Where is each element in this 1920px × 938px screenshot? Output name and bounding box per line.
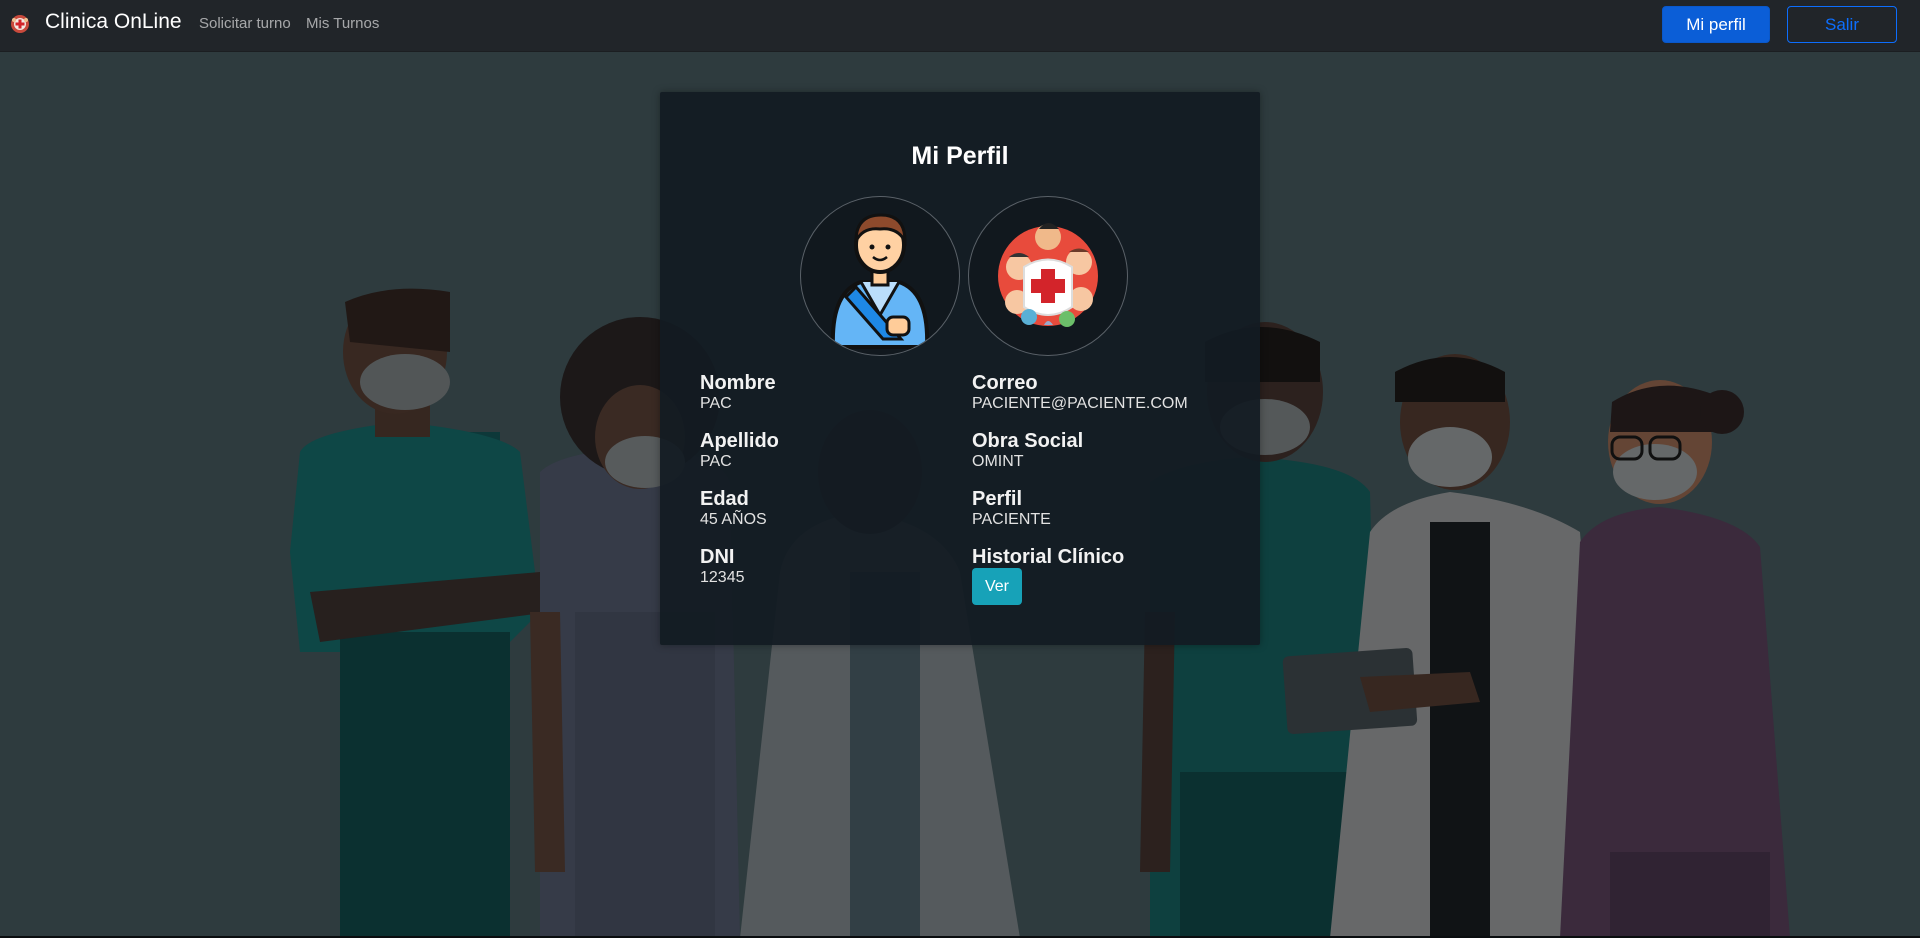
nombre-value: PAC xyxy=(700,395,732,412)
medical-team-icon xyxy=(998,223,1098,327)
view-history-button[interactable]: Ver xyxy=(972,568,1022,605)
obra-social-label: Obra Social xyxy=(972,430,1084,452)
nav-link-solicitar-turno[interactable]: Solicitar turno xyxy=(199,15,291,33)
nombre-label: Nombre xyxy=(700,372,776,394)
brand-title[interactable]: Clinica OnLine xyxy=(45,9,182,35)
patient-avatar xyxy=(800,196,960,356)
profile-title: Mi Perfil xyxy=(911,142,1009,170)
top-navbar: Clinica OnLine Solicitar turno Mis Turno… xyxy=(0,0,1920,52)
apellido-label: Apellido xyxy=(700,430,779,452)
my-profile-button[interactable]: Mi perfil xyxy=(1662,6,1770,43)
medical-team-avatar xyxy=(968,196,1128,356)
edad-value: 45 AÑOS xyxy=(700,511,767,528)
correo-value: PACIENTE@PACIENTE.COM xyxy=(972,395,1188,412)
apellido-value: PAC xyxy=(700,453,732,470)
perfil-label: Perfil xyxy=(972,488,1023,510)
logout-button[interactable]: Salir xyxy=(1787,6,1897,43)
patient-avatar-icon xyxy=(830,213,930,349)
correo-label: Correo xyxy=(972,372,1038,394)
dni-value: 12345 xyxy=(700,569,745,586)
clinic-logo-icon[interactable] xyxy=(10,14,30,34)
profile-card: Mi Perfil Nombre PAC Apellido PAC Edad 4… xyxy=(660,92,1260,645)
nav-link-mis-turnos[interactable]: Mis Turnos xyxy=(306,15,379,33)
dni-label: DNI xyxy=(700,546,735,568)
perfil-value: PACIENTE xyxy=(972,511,1051,528)
edad-label: Edad xyxy=(700,488,749,510)
historial-clinico-label: Historial Clínico xyxy=(972,546,1125,568)
obra-social-value: OMINT xyxy=(972,453,1024,470)
